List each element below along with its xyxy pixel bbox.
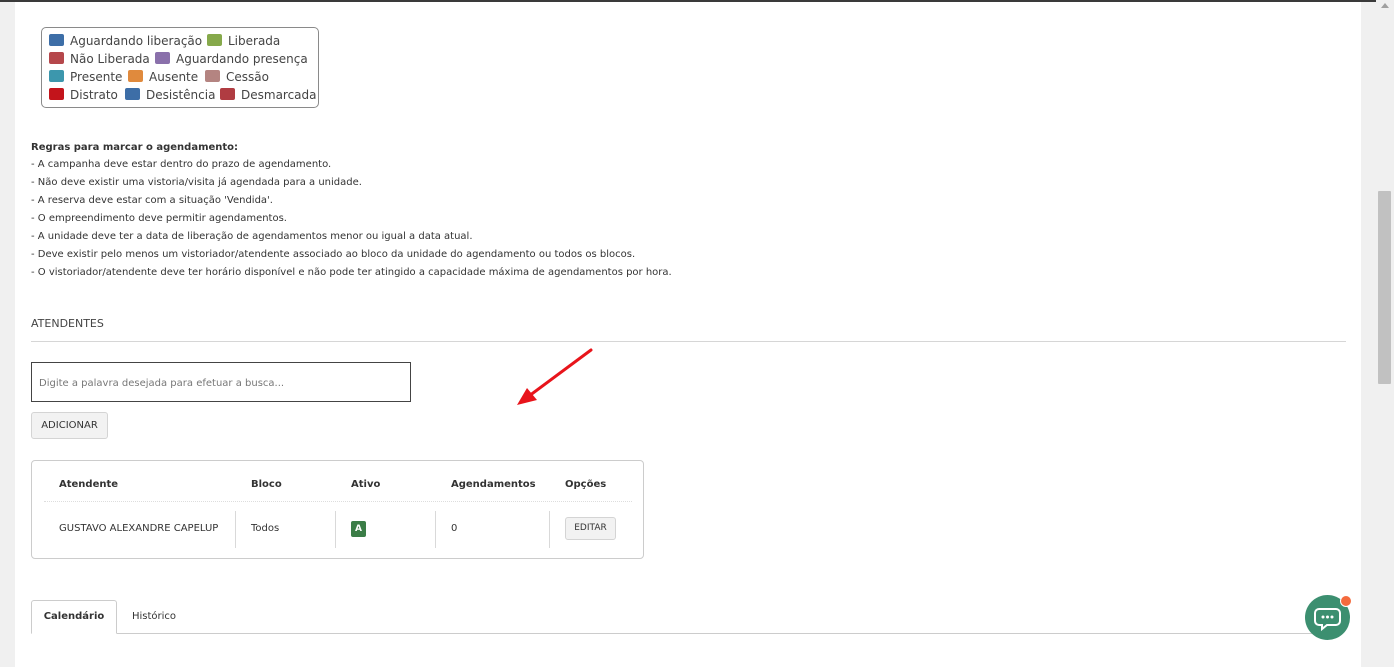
legend-item: Ausente <box>128 70 198 84</box>
legend-item: Desmarcada <box>220 88 317 102</box>
add-button[interactable]: ADICIONAR <box>31 412 108 439</box>
column-header-opcoes: Opções <box>565 479 607 490</box>
atendentes-table: Atendente Bloco Ativo Agendamentos Opçõe… <box>31 460 644 559</box>
legend-label: Cessão <box>226 70 269 84</box>
legend-label: Aguardando presença <box>176 52 308 66</box>
legend-label: Desistência <box>146 88 216 102</box>
scroll-up-arrow-icon[interactable] <box>1381 3 1389 8</box>
legend-swatch <box>155 52 170 64</box>
column-header-bloco: Bloco <box>251 479 282 490</box>
rule-item: - O vistoriador/atendente deve ter horár… <box>31 267 672 278</box>
cell-separator <box>549 511 550 548</box>
cell-separator <box>235 511 236 548</box>
rule-item: - A campanha deve estar dentro do prazo … <box>31 159 332 170</box>
legend-label: Presente <box>70 70 123 84</box>
legend-swatch <box>49 70 64 82</box>
header-divider <box>44 501 632 502</box>
legend-item: Desistência <box>125 88 215 102</box>
legend-item: Distrato <box>49 88 118 102</box>
rule-item: - A unidade deve ter a data de liberação… <box>31 231 473 242</box>
legend-item: Aguardando presença <box>155 52 308 66</box>
rule-item: - Deve existir pelo menos um vistoriador… <box>31 249 636 260</box>
legend-swatch <box>205 70 220 82</box>
legend-label: Ausente <box>149 70 199 84</box>
column-header-atendente: Atendente <box>59 479 119 490</box>
tab-historico[interactable]: Histórico <box>132 611 176 622</box>
rule-item: - O empreendimento deve permitir agendam… <box>31 213 287 224</box>
legend-item: Cessão <box>205 70 269 84</box>
cell-agendamentos: 0 <box>451 523 458 534</box>
scrollbar-thumb[interactable] <box>1378 191 1391 384</box>
notification-dot <box>1340 595 1352 607</box>
edit-button[interactable]: EDITAR <box>565 517 616 540</box>
tabs-baseline <box>31 633 1321 634</box>
legend-swatch <box>125 88 140 100</box>
legend-swatch <box>220 88 235 100</box>
cell-separator <box>335 511 336 548</box>
column-header-agendamentos: Agendamentos <box>451 479 536 490</box>
legend-label: Não Liberada <box>70 52 150 66</box>
tab-calendario[interactable]: Calendário <box>31 600 117 634</box>
rules-title: Regras para marcar o agendamento: <box>31 142 239 153</box>
legend-item: Não Liberada <box>49 52 150 66</box>
search-box <box>31 362 411 403</box>
legend-item: Liberada <box>207 34 280 48</box>
legend-label: Desmarcada <box>241 88 317 102</box>
cell-bloco: Todos <box>251 523 280 534</box>
legend-swatch <box>49 34 64 46</box>
legend-label: Aguardando liberação <box>70 34 203 48</box>
status-legend: Aguardando liberação Liberada Não Libera… <box>41 27 319 108</box>
column-header-ativo: Ativo <box>351 479 381 490</box>
rule-item: - Não deve existir uma vistoria/visita j… <box>31 177 362 188</box>
legend-swatch <box>49 52 64 64</box>
section-divider <box>31 341 1346 342</box>
vertical-scrollbar[interactable] <box>1376 0 1394 667</box>
section-title-atendentes: ATENDENTES <box>31 317 104 330</box>
legend-label: Distrato <box>70 88 118 102</box>
legend-swatch <box>49 88 64 100</box>
legend-item: Aguardando liberação <box>49 34 202 48</box>
legend-swatch <box>207 34 222 46</box>
legend-swatch <box>128 70 143 82</box>
scheduling-rules: Regras para marcar o agendamento: - A ca… <box>31 139 672 282</box>
search-input[interactable] <box>37 363 401 403</box>
cell-atendente: GUSTAVO ALEXANDRE CAPELUP <box>59 523 219 534</box>
legend-label: Liberada <box>228 34 281 48</box>
red-arrow-annotation <box>517 348 593 405</box>
legend-item: Presente <box>49 70 122 84</box>
rule-item: - A reserva deve estar com a situação 'V… <box>31 195 273 206</box>
active-status-badge: A <box>351 521 366 537</box>
cell-separator <box>435 511 436 548</box>
